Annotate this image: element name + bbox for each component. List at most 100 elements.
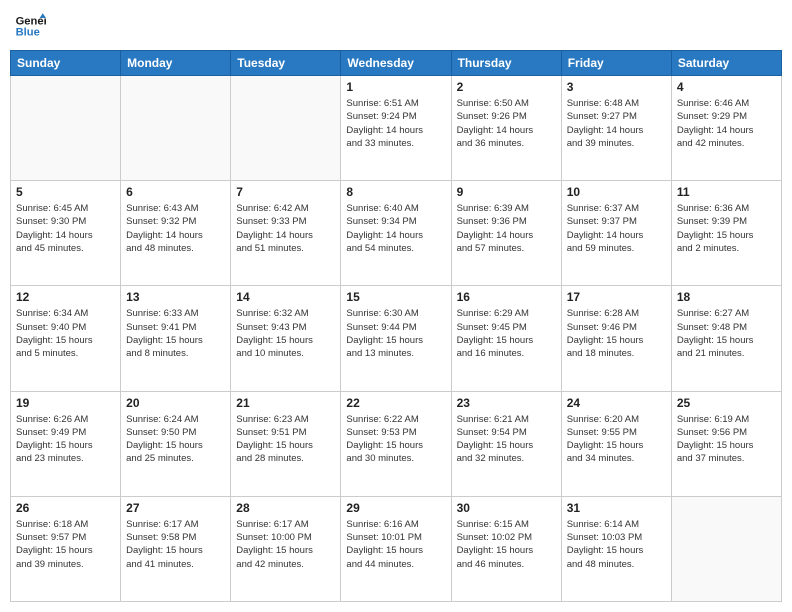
calendar-cell: 30 Sunrise: 6:15 AMSunset: 10:02 PMDaylig… xyxy=(451,496,561,601)
calendar-cell: 21 Sunrise: 6:23 AMSunset: 9:51 PMDayligh… xyxy=(231,391,341,496)
cell-info: Sunrise: 6:39 AMSunset: 9:36 PMDaylight:… xyxy=(457,202,556,255)
day-number: 5 xyxy=(16,185,115,199)
day-number: 8 xyxy=(346,185,445,199)
calendar-cell: 11 Sunrise: 6:36 AMSunset: 9:39 PMDayligh… xyxy=(671,181,781,286)
calendar-cell: 12 Sunrise: 6:34 AMSunset: 9:40 PMDayligh… xyxy=(11,286,121,391)
header: General Blue xyxy=(10,10,782,42)
calendar-cell xyxy=(121,76,231,181)
day-number: 27 xyxy=(126,501,225,515)
day-number: 6 xyxy=(126,185,225,199)
cell-info: Sunrise: 6:14 AMSunset: 10:03 PMDaylight… xyxy=(567,518,666,571)
cell-info: Sunrise: 6:18 AMSunset: 9:57 PMDaylight:… xyxy=(16,518,115,571)
day-number: 25 xyxy=(677,396,776,410)
cell-info: Sunrise: 6:45 AMSunset: 9:30 PMDaylight:… xyxy=(16,202,115,255)
calendar-cell: 3 Sunrise: 6:48 AMSunset: 9:27 PMDaylight… xyxy=(561,76,671,181)
calendar-cell: 31 Sunrise: 6:14 AMSunset: 10:03 PMDaylig… xyxy=(561,496,671,601)
day-number: 4 xyxy=(677,80,776,94)
day-number: 22 xyxy=(346,396,445,410)
cell-info: Sunrise: 6:17 AMSunset: 10:00 PMDaylight… xyxy=(236,518,335,571)
cell-info: Sunrise: 6:36 AMSunset: 9:39 PMDaylight:… xyxy=(677,202,776,255)
cell-info: Sunrise: 6:24 AMSunset: 9:50 PMDaylight:… xyxy=(126,413,225,466)
page: General Blue SundayMondayTuesdayWednesda… xyxy=(0,0,792,612)
cell-info: Sunrise: 6:32 AMSunset: 9:43 PMDaylight:… xyxy=(236,307,335,360)
day-number: 1 xyxy=(346,80,445,94)
day-number: 16 xyxy=(457,290,556,304)
cell-info: Sunrise: 6:34 AMSunset: 9:40 PMDaylight:… xyxy=(16,307,115,360)
cell-info: Sunrise: 6:19 AMSunset: 9:56 PMDaylight:… xyxy=(677,413,776,466)
calendar-cell: 8Sunrise: 6:40 AMSunset: 9:34 PMDaylight… xyxy=(341,181,451,286)
day-number: 21 xyxy=(236,396,335,410)
cell-info: Sunrise: 6:20 AMSunset: 9:55 PMDaylight:… xyxy=(567,413,666,466)
day-number: 20 xyxy=(126,396,225,410)
day-number: 24 xyxy=(567,396,666,410)
weekday-header-friday: Friday xyxy=(561,51,671,76)
day-number: 29 xyxy=(346,501,445,515)
cell-info: Sunrise: 6:48 AMSunset: 9:27 PMDaylight:… xyxy=(567,97,666,150)
calendar-week-1: 5 Sunrise: 6:45 AMSunset: 9:30 PMDaylight… xyxy=(11,181,782,286)
day-number: 15 xyxy=(346,290,445,304)
calendar-table: SundayMondayTuesdayWednesdayThursdayFrid… xyxy=(10,50,782,602)
calendar-cell: 19 Sunrise: 6:26 AMSunset: 9:49 PMDayligh… xyxy=(11,391,121,496)
day-number: 23 xyxy=(457,396,556,410)
day-number: 19 xyxy=(16,396,115,410)
cell-info: Sunrise: 6:30 AMSunset: 9:44 PMDaylight:… xyxy=(346,307,445,360)
cell-info: Sunrise: 6:29 AMSunset: 9:45 PMDaylight:… xyxy=(457,307,556,360)
calendar-week-2: 12 Sunrise: 6:34 AMSunset: 9:40 PMDayligh… xyxy=(11,286,782,391)
weekday-header-monday: Monday xyxy=(121,51,231,76)
calendar-cell: 17 Sunrise: 6:28 AMSunset: 9:46 PMDayligh… xyxy=(561,286,671,391)
day-number: 7 xyxy=(236,185,335,199)
day-number: 12 xyxy=(16,290,115,304)
cell-info: Sunrise: 6:17 AMSunset: 9:58 PMDaylight:… xyxy=(126,518,225,571)
logo-icon: General Blue xyxy=(14,10,46,42)
calendar-cell: 7 Sunrise: 6:42 AMSunset: 9:33 PMDaylight… xyxy=(231,181,341,286)
cell-info: Sunrise: 6:43 AMSunset: 9:32 PMDaylight:… xyxy=(126,202,225,255)
day-number: 31 xyxy=(567,501,666,515)
cell-info: Sunrise: 6:51 AMSunset: 9:24 PMDaylight:… xyxy=(346,97,445,150)
weekday-header-thursday: Thursday xyxy=(451,51,561,76)
calendar-cell: 18 Sunrise: 6:27 AMSunset: 9:48 PMDayligh… xyxy=(671,286,781,391)
cell-info: Sunrise: 6:23 AMSunset: 9:51 PMDaylight:… xyxy=(236,413,335,466)
weekday-header-tuesday: Tuesday xyxy=(231,51,341,76)
calendar-cell xyxy=(671,496,781,601)
cell-info: Sunrise: 6:42 AMSunset: 9:33 PMDaylight:… xyxy=(236,202,335,255)
day-number: 18 xyxy=(677,290,776,304)
logo: General Blue xyxy=(14,10,46,42)
calendar-week-3: 19 Sunrise: 6:26 AMSunset: 9:49 PMDayligh… xyxy=(11,391,782,496)
day-number: 2 xyxy=(457,80,556,94)
weekday-header-wednesday: Wednesday xyxy=(341,51,451,76)
cell-info: Sunrise: 6:27 AMSunset: 9:48 PMDaylight:… xyxy=(677,307,776,360)
cell-info: Sunrise: 6:16 AMSunset: 10:01 PMDaylight… xyxy=(346,518,445,571)
weekday-header-row: SundayMondayTuesdayWednesdayThursdayFrid… xyxy=(11,51,782,76)
weekday-header-sunday: Sunday xyxy=(11,51,121,76)
cell-info: Sunrise: 6:46 AMSunset: 9:29 PMDaylight:… xyxy=(677,97,776,150)
weekday-header-saturday: Saturday xyxy=(671,51,781,76)
day-number: 30 xyxy=(457,501,556,515)
day-number: 28 xyxy=(236,501,335,515)
calendar-cell: 28 Sunrise: 6:17 AMSunset: 10:00 PMDaylig… xyxy=(231,496,341,601)
calendar-cell: 14 Sunrise: 6:32 AMSunset: 9:43 PMDayligh… xyxy=(231,286,341,391)
day-number: 14 xyxy=(236,290,335,304)
calendar-cell: 13Sunrise: 6:33 AMSunset: 9:41 PMDayligh… xyxy=(121,286,231,391)
cell-info: Sunrise: 6:33 AMSunset: 9:41 PMDaylight:… xyxy=(126,307,225,360)
day-number: 3 xyxy=(567,80,666,94)
cell-info: Sunrise: 6:26 AMSunset: 9:49 PMDaylight:… xyxy=(16,413,115,466)
cell-info: Sunrise: 6:28 AMSunset: 9:46 PMDaylight:… xyxy=(567,307,666,360)
calendar-cell: 9 Sunrise: 6:39 AMSunset: 9:36 PMDaylight… xyxy=(451,181,561,286)
calendar-cell: 6 Sunrise: 6:43 AMSunset: 9:32 PMDaylight… xyxy=(121,181,231,286)
calendar-cell: 20 Sunrise: 6:24 AMSunset: 9:50 PMDayligh… xyxy=(121,391,231,496)
calendar-cell xyxy=(11,76,121,181)
calendar-week-4: 26Sunrise: 6:18 AMSunset: 9:57 PMDayligh… xyxy=(11,496,782,601)
day-number: 9 xyxy=(457,185,556,199)
calendar-cell: 23Sunrise: 6:21 AMSunset: 9:54 PMDayligh… xyxy=(451,391,561,496)
svg-text:Blue: Blue xyxy=(16,27,40,39)
calendar-cell: 4 Sunrise: 6:46 AMSunset: 9:29 PMDaylight… xyxy=(671,76,781,181)
calendar-cell: 29 Sunrise: 6:16 AMSunset: 10:01 PMDaylig… xyxy=(341,496,451,601)
day-number: 17 xyxy=(567,290,666,304)
calendar-cell: 1 Sunrise: 6:51 AMSunset: 9:24 PMDaylight… xyxy=(341,76,451,181)
calendar-cell xyxy=(231,76,341,181)
calendar-cell: 16 Sunrise: 6:29 AMSunset: 9:45 PMDayligh… xyxy=(451,286,561,391)
calendar-cell: 15 Sunrise: 6:30 AMSunset: 9:44 PMDayligh… xyxy=(341,286,451,391)
cell-info: Sunrise: 6:15 AMSunset: 10:02 PMDaylight… xyxy=(457,518,556,571)
calendar-cell: 2Sunrise: 6:50 AMSunset: 9:26 PMDaylight… xyxy=(451,76,561,181)
day-number: 11 xyxy=(677,185,776,199)
